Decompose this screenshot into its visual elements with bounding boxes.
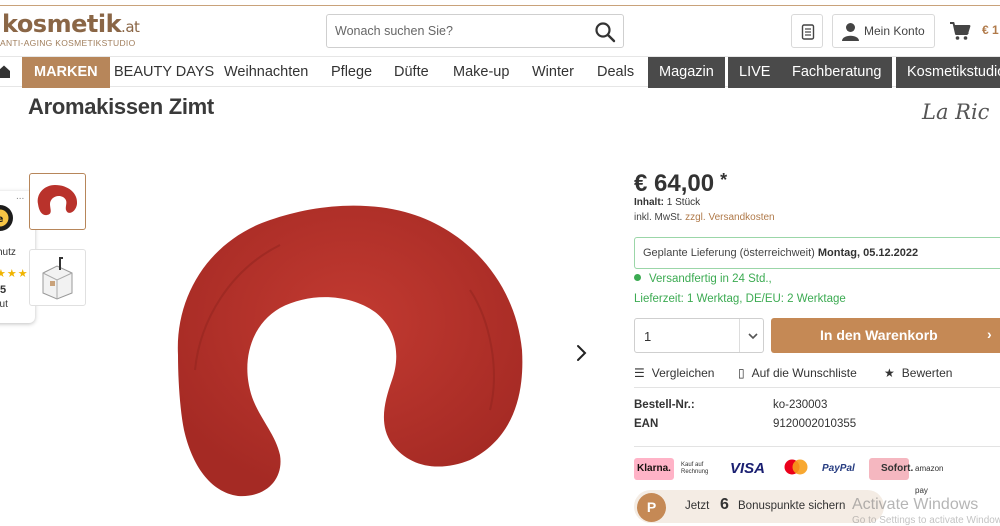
nav-item-live[interactable]: LIVE bbox=[728, 57, 782, 88]
nav-item-pflege[interactable]: Pflege bbox=[331, 57, 372, 88]
svg-text:e: e bbox=[0, 214, 4, 225]
product-price: € 64,00 * bbox=[634, 170, 728, 197]
search-icon[interactable] bbox=[593, 20, 617, 44]
product-image[interactable] bbox=[170, 200, 525, 502]
nav-item-fachberatung[interactable]: Fachberatung bbox=[781, 57, 893, 88]
chevron-right-icon: › bbox=[987, 326, 992, 342]
search-box bbox=[326, 14, 624, 48]
visa-logo: VISA bbox=[730, 460, 766, 477]
bonus-points-banner: P Jetzt 6 Bonuspunkte sichern bbox=[634, 490, 884, 523]
status-dot-icon bbox=[634, 274, 641, 281]
bonus-suffix: Bonuspunkte sichern bbox=[738, 500, 846, 512]
rate-link[interactable]: ★ Bewerten bbox=[884, 366, 952, 380]
cart-icon bbox=[949, 21, 971, 46]
shipping-status: Versandfertig in 24 Std., bbox=[634, 273, 772, 285]
user-icon bbox=[841, 22, 860, 46]
trust-score: 5 bbox=[0, 284, 7, 296]
notepad-icon bbox=[801, 24, 815, 45]
sofort-logo: Sofort. bbox=[869, 458, 913, 480]
nav-item-beauty-days[interactable]: BEAUTY DAYS bbox=[114, 57, 214, 88]
mastercard-logo bbox=[782, 458, 810, 480]
tax-info: inkl. MwSt. zzgl. Versandkosten bbox=[634, 212, 775, 223]
product-actions: ☰ Vergleichen ▯ Auf die Wunschliste ★ Bewer… bbox=[634, 364, 1000, 388]
nav-item-deals[interactable]: Deals bbox=[597, 57, 634, 88]
delivery-date: Montag, 05.12.2022 bbox=[817, 247, 919, 259]
logo-tagline: ANTI-AGING KOSMETIKSTUDIO bbox=[0, 38, 136, 48]
notepad-icon: ▯ bbox=[738, 366, 745, 380]
top-accent-line bbox=[0, 0, 1000, 6]
amazon-pay-logo: amazon pay bbox=[915, 464, 944, 495]
bonus-points-value: 6 bbox=[720, 496, 729, 513]
search-input[interactable] bbox=[335, 15, 585, 47]
thumbnail-packaging[interactable] bbox=[29, 249, 86, 306]
payment-divider bbox=[634, 446, 1000, 447]
quantity-select[interactable]: 1 bbox=[634, 318, 764, 353]
bonus-points-icon: P bbox=[637, 493, 666, 522]
account-button[interactable]: Mein Konto bbox=[832, 14, 935, 48]
notepad-button[interactable] bbox=[791, 14, 823, 48]
add-to-cart-button[interactable]: In den Warenkorb › bbox=[771, 318, 1000, 353]
klarna-logo: Klarna. bbox=[634, 458, 674, 480]
site-logo[interactable]: kosmetik.at ANTI-AGING KOSMETIKSTUDIO bbox=[0, 10, 140, 52]
account-label: Mein Konto bbox=[864, 24, 925, 38]
delivery-time: Lieferzeit: 1 Werktag, DE/EU: 2 Werktage bbox=[634, 293, 846, 305]
compare-link[interactable]: ☰ Vergleichen bbox=[634, 366, 714, 380]
activate-windows-subtext: Go to Settings to activate Windows. bbox=[852, 515, 1000, 526]
next-image-arrow-icon[interactable] bbox=[574, 342, 590, 364]
product-title: Aromakissen Zimt bbox=[28, 94, 214, 119]
nav-item-winter[interactable]: Winter bbox=[532, 57, 574, 88]
bonus-prefix: Jetzt bbox=[685, 500, 710, 512]
invoice-logo: Kauf auf Rechnung bbox=[681, 462, 709, 475]
delivery-label: Geplante Lieferung (österreichweit) bbox=[643, 247, 815, 259]
home-icon[interactable] bbox=[0, 65, 10, 83]
nav-item-duefte[interactable]: Düfte bbox=[394, 57, 429, 88]
cart-button[interactable]: € 1 bbox=[942, 14, 1000, 48]
chevron-down-icon bbox=[747, 329, 759, 341]
nav-item-magazin[interactable]: Magazin bbox=[648, 57, 725, 88]
nav-item-weihnachten[interactable]: Weihnachten bbox=[224, 57, 308, 88]
trust-stars: ★★★ bbox=[0, 268, 29, 280]
product-content: Inhalt: 1 Stück bbox=[634, 197, 701, 208]
wishlist-link[interactable]: ▯ Auf die Wunschliste bbox=[738, 366, 857, 380]
cart-amount: € 1 bbox=[982, 23, 999, 37]
nav-item-kosmetikstudio[interactable]: Kosmetikstudio bbox=[896, 57, 1000, 88]
compare-icon: ☰ bbox=[634, 366, 645, 380]
main-navigation: MARKEN BEAUTY DAYS Weihnachten Pflege Dü… bbox=[0, 56, 1000, 88]
star-icon: ★ bbox=[884, 366, 895, 380]
paypal-logo: PayPal bbox=[822, 463, 855, 474]
trust-rating: gut bbox=[0, 299, 8, 310]
quantity-divider bbox=[739, 319, 740, 352]
trust-seal-icon: e bbox=[0, 203, 16, 233]
nav-item-marken[interactable]: MARKEN bbox=[22, 57, 110, 88]
brand-logo[interactable]: La Ric bbox=[922, 100, 989, 124]
nav-item-make-up[interactable]: Make-up bbox=[453, 57, 509, 88]
shipping-costs-link[interactable]: zzgl. Versandkosten bbox=[685, 212, 775, 223]
quantity-value: 1 bbox=[644, 329, 652, 344]
logo-wordmark: kosmetik.at bbox=[2, 10, 140, 38]
thumbnail-pillow[interactable] bbox=[29, 173, 86, 230]
more-icon[interactable]: ... bbox=[16, 191, 24, 202]
trust-label: chutz bbox=[0, 247, 16, 258]
activate-windows-watermark: Activate Windows bbox=[852, 496, 979, 513]
planned-delivery-box: Geplante Lieferung (österreichweit) Mont… bbox=[634, 237, 1000, 269]
